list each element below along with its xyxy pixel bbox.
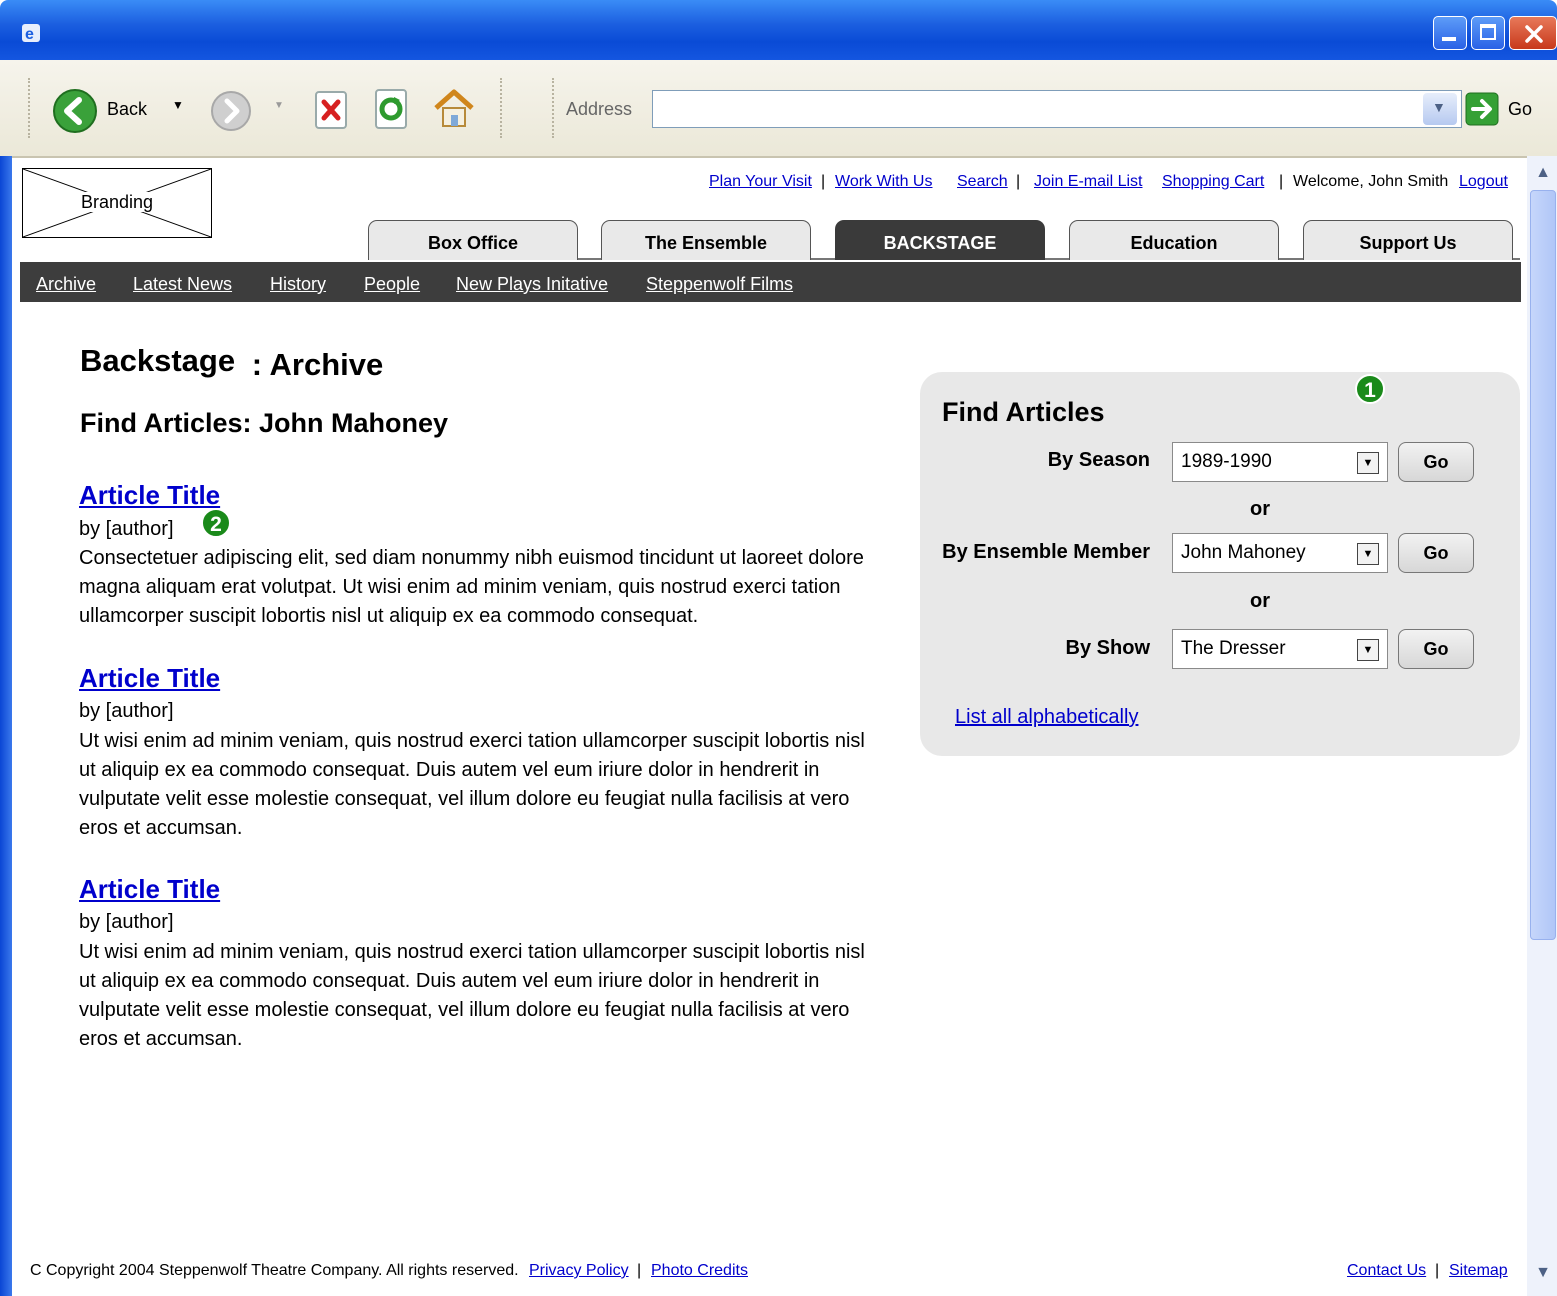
season-go-button[interactable]: Go xyxy=(1398,442,1474,482)
subnav-archive[interactable]: Archive xyxy=(36,274,96,295)
window-titlebar xyxy=(0,0,1557,60)
subnav-new-plays-initative[interactable]: New Plays Initative xyxy=(456,274,608,295)
maximize-icon xyxy=(1480,24,1496,40)
ensemble-member-select[interactable]: John Mahoney ▼ xyxy=(1172,533,1388,573)
or-label: or xyxy=(1250,498,1270,520)
branding-label: Branding xyxy=(22,192,212,213)
photo-credits-link[interactable]: Photo Credits xyxy=(651,1262,748,1280)
subnav-latest-news[interactable]: Latest News xyxy=(133,274,232,295)
scroll-up-icon[interactable]: ▲ xyxy=(1530,158,1556,188)
by-season-label: By Season xyxy=(1047,449,1150,471)
forward-dropdown-icon[interactable]: ▼ xyxy=(274,100,284,111)
minimize-button[interactable] xyxy=(1433,16,1467,50)
tab-box-office[interactable]: Box Office xyxy=(368,220,578,260)
article-author: by [author] xyxy=(79,911,174,933)
forward-arrow-icon[interactable] xyxy=(210,90,252,132)
chevron-down-icon[interactable]: ▼ xyxy=(1357,543,1379,565)
svg-text:e: e xyxy=(25,26,34,43)
tab-education[interactable]: Education xyxy=(1069,220,1279,260)
join-email-list-link[interactable]: Join E-mail List xyxy=(1034,173,1142,191)
article-body: Ut wisi enim ad minim veniam, quis nostr… xyxy=(79,730,865,839)
scroll-down-icon[interactable]: ▼ xyxy=(1530,1258,1556,1288)
sub-navigation: Archive Latest News History People New P… xyxy=(20,262,1521,302)
article-title-link[interactable]: Article Title xyxy=(79,874,220,905)
address-label: Address xyxy=(566,99,633,119)
branding-text: Branding xyxy=(76,192,158,212)
copyright-text: C Copyright 2004 Steppenwolf Theatre Com… xyxy=(30,1262,519,1279)
stop-icon[interactable] xyxy=(312,90,352,130)
show-select-value: The Dresser xyxy=(1181,638,1286,659)
page-title-section: Backstage xyxy=(80,343,236,378)
season-select[interactable]: 1989-1990 ▼ xyxy=(1172,442,1388,482)
toolbar-grip xyxy=(500,78,506,138)
list-all-alphabetically-link[interactable]: List all alphabetically xyxy=(955,706,1138,729)
find-articles-title: Find Articles xyxy=(942,397,1105,427)
annotation-badge-2: 2 xyxy=(201,508,231,538)
maximize-button[interactable] xyxy=(1471,16,1505,50)
season-select-value: 1989-1990 xyxy=(1181,451,1272,472)
separator: | xyxy=(637,1262,642,1279)
article-author: by [author] xyxy=(79,518,174,540)
scroll-thumb[interactable] xyxy=(1530,190,1556,940)
privacy-policy-link[interactable]: Privacy Policy xyxy=(529,1262,629,1280)
tab-support-us[interactable]: Support Us xyxy=(1303,220,1513,260)
separator: | xyxy=(821,173,826,190)
separator: | xyxy=(1435,1262,1440,1279)
address-input[interactable] xyxy=(652,90,1462,128)
shopping-cart-link[interactable]: Shopping Cart xyxy=(1162,173,1264,191)
minimize-icon xyxy=(1442,37,1456,41)
separator: | xyxy=(1016,173,1021,190)
annotation-badge-1: 1 xyxy=(1355,374,1385,404)
article-title-link[interactable]: Article Title xyxy=(79,480,220,511)
page-title: Backstage : Archive xyxy=(80,343,384,382)
toolbar-grip xyxy=(552,78,558,138)
toolbar-grip xyxy=(28,78,34,138)
sitemap-link[interactable]: Sitemap xyxy=(1449,1262,1508,1280)
article-body: Ut wisi enim ad minim veniam, quis nostr… xyxy=(79,941,865,1050)
close-window-button[interactable] xyxy=(1509,16,1557,50)
ie-icon: e xyxy=(22,24,40,43)
article-author: by [author] xyxy=(79,700,174,722)
ensemble-member-go-button[interactable]: Go xyxy=(1398,533,1474,573)
tab-backstage[interactable]: BACKSTAGE xyxy=(835,220,1045,260)
chevron-down-icon[interactable]: ▼ xyxy=(1357,452,1379,474)
page-title-page: : Archive xyxy=(251,347,384,382)
contact-us-link[interactable]: Contact Us xyxy=(1347,1262,1426,1280)
welcome-text: Welcome, John Smith xyxy=(1293,173,1449,190)
plan-your-visit-link[interactable]: Plan Your Visit xyxy=(709,173,812,191)
close-icon xyxy=(1525,25,1543,43)
logout-link[interactable]: Logout xyxy=(1459,173,1508,191)
back-arrow-icon[interactable] xyxy=(52,88,98,134)
back-dropdown-icon[interactable]: ▼ xyxy=(172,98,184,112)
back-label[interactable]: Back xyxy=(107,99,147,120)
window-left-border xyxy=(0,156,12,1296)
separator: | xyxy=(1279,173,1284,190)
page-subtitle: Find Articles: John Mahoney xyxy=(80,408,449,438)
tab-the-ensemble[interactable]: The Ensemble xyxy=(601,220,811,260)
ensemble-member-select-value: John Mahoney xyxy=(1181,542,1306,563)
subnav-steppenwolf-films[interactable]: Steppenwolf Films xyxy=(646,274,793,295)
by-ensemble-member-label: By Ensemble Member xyxy=(942,541,1150,563)
subnav-people[interactable]: People xyxy=(364,274,420,295)
chevron-down-icon[interactable]: ▼ xyxy=(1357,639,1379,661)
go-label[interactable]: Go xyxy=(1508,99,1532,120)
home-icon[interactable] xyxy=(430,84,478,132)
article-title-link[interactable]: Article Title xyxy=(79,663,220,694)
article-body: Consectetuer adipiscing elit, sed diam n… xyxy=(79,547,864,627)
by-show-label: By Show xyxy=(1065,637,1150,659)
work-with-us-link[interactable]: Work With Us xyxy=(835,173,932,191)
chevron-down-icon: ▼ xyxy=(1432,99,1446,115)
or-label: or xyxy=(1250,590,1270,612)
refresh-icon[interactable] xyxy=(372,88,412,130)
show-go-button[interactable]: Go xyxy=(1398,629,1474,669)
search-link[interactable]: Search xyxy=(957,173,1008,191)
subnav-history[interactable]: History xyxy=(270,274,326,295)
show-select[interactable]: The Dresser ▼ xyxy=(1172,629,1388,669)
address-dropdown-button[interactable]: ▼ xyxy=(1423,93,1457,125)
go-arrow-icon[interactable] xyxy=(1465,92,1499,126)
